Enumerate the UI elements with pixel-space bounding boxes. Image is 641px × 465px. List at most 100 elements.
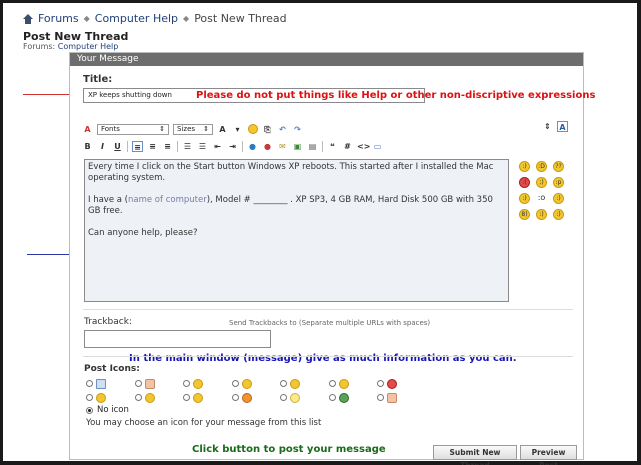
post-icon-option[interactable]: [377, 378, 426, 389]
lightbulb-icon: [290, 392, 300, 403]
forums-link[interactable]: Computer Help: [58, 42, 119, 51]
message-panel: Your Message Title: XP keeps shutting do…: [69, 52, 595, 465]
size-select[interactable]: Sizes ⇕: [173, 123, 213, 135]
trackback-hint: Send Trackbacks to (Separate multiple UR…: [229, 319, 431, 327]
redo-icon[interactable]: ↷: [292, 124, 303, 135]
code-button[interactable]: #: [342, 141, 353, 152]
underline-button[interactable]: U: [112, 141, 123, 152]
radio-button[interactable]: [231, 394, 239, 401]
message-paragraph-2: I have a (name of computer), Model # ___…: [88, 195, 505, 217]
undo-icon[interactable]: ↶: [277, 124, 288, 135]
document-icon: [96, 378, 106, 389]
numbered-list-icon[interactable]: ☰: [182, 141, 193, 152]
radio-button[interactable]: [183, 380, 190, 387]
radio-button[interactable]: [86, 380, 93, 387]
radio-button[interactable]: [86, 394, 93, 401]
exclamation-icon: [241, 392, 252, 403]
post-icon-option[interactable]: [86, 392, 135, 403]
radio-button[interactable]: [134, 394, 142, 401]
switch-editor-mode-icon[interactable]: A: [557, 121, 568, 132]
align-left-icon[interactable]: ≡: [132, 140, 143, 152]
post-icon-option[interactable]: [280, 392, 329, 403]
message-text: I have a (: [88, 195, 128, 205]
radio-button[interactable]: [280, 380, 287, 387]
eek-icon[interactable]: :o: [536, 193, 547, 204]
redface-icon[interactable]: :): [536, 209, 547, 220]
outdent-icon[interactable]: ⇤: [212, 141, 223, 152]
smile-icon[interactable]: :): [553, 209, 564, 220]
align-center-icon[interactable]: ≡: [147, 141, 158, 152]
resize-arrows-icon[interactable]: ⇕: [542, 121, 553, 132]
preview-post-button[interactable]: Preview Post: [520, 445, 577, 465]
indent-icon[interactable]: ⇥: [227, 141, 238, 152]
message-textarea[interactable]: Every time I click on the Start button W…: [84, 159, 517, 364]
mad-icon[interactable]: :(: [519, 177, 530, 188]
font-select[interactable]: Fonts ⇕: [97, 123, 169, 135]
post-icon-option[interactable]: [377, 392, 426, 403]
submit-new-thread-button[interactable]: Submit New Thread: [433, 445, 517, 465]
breadcrumb: Forums ◆ Computer Help ◆ Post New Thread: [23, 12, 287, 25]
smile-icon[interactable]: :): [519, 161, 530, 172]
html-button[interactable]: <>: [357, 141, 370, 152]
breadcrumb-section-link[interactable]: Computer Help: [95, 12, 178, 25]
align-right-icon[interactable]: ≡: [162, 141, 173, 152]
post-icon-option[interactable]: [231, 392, 281, 403]
neutral-icon: [290, 378, 300, 389]
email-icon[interactable]: ✉: [277, 141, 288, 152]
editor-resize-controls: ⇕ A: [542, 121, 568, 132]
arrow-icon: [338, 392, 349, 403]
italic-button[interactable]: I: [97, 141, 108, 152]
cool-icon[interactable]: 8): [519, 209, 530, 220]
post-icon-option[interactable]: [134, 378, 184, 389]
remove-format-icon[interactable]: A: [82, 124, 93, 135]
trackback-input[interactable]: [84, 330, 271, 348]
frown-icon[interactable]: :): [519, 193, 530, 204]
forums-line: Forums: Computer Help: [23, 42, 118, 51]
insert-link-icon[interactable]: ●: [247, 141, 258, 152]
wink-icon: [96, 392, 106, 403]
remove-link-icon[interactable]: ●: [262, 141, 273, 152]
post-icon-option[interactable]: [86, 378, 135, 389]
post-icon-option[interactable]: [134, 392, 184, 403]
breadcrumb-forums-link[interactable]: Forums: [38, 12, 79, 25]
post-icon-option[interactable]: [231, 378, 281, 389]
quote-icon[interactable]: ❝: [327, 141, 338, 152]
radio-button[interactable]: [377, 380, 384, 387]
tongue-icon: [193, 392, 203, 403]
radio-button-selected[interactable]: [86, 406, 93, 414]
php-icon[interactable]: ▭: [372, 141, 383, 152]
post-icons-grid: [86, 378, 426, 403]
radio-button[interactable]: [377, 394, 384, 401]
post-icon-option[interactable]: [183, 392, 232, 403]
cool-icon: [144, 392, 155, 403]
home-icon[interactable]: [23, 13, 33, 24]
post-icon-option[interactable]: [183, 378, 232, 389]
attachment-icon[interactable]: ⎘: [262, 124, 273, 135]
radio-button[interactable]: [328, 380, 336, 387]
chevron-right-icon: ◆: [83, 14, 90, 23]
bullet-list-icon[interactable]: ☰: [197, 141, 208, 152]
insert-video-icon[interactable]: ▤: [307, 141, 318, 152]
rolleyes-icon[interactable]: :): [553, 193, 564, 204]
radio-button[interactable]: [328, 394, 336, 401]
confused-icon[interactable]: ??: [553, 161, 564, 172]
grin-icon[interactable]: :D: [536, 161, 547, 172]
text-color-icon[interactable]: A: [217, 124, 228, 135]
post-icon-option[interactable]: [280, 378, 329, 389]
wink-icon[interactable]: ;): [536, 177, 547, 188]
smilie-picker-icon[interactable]: [247, 123, 258, 135]
dropdown-arrow-icon[interactable]: ▾: [232, 124, 243, 135]
insert-image-icon[interactable]: ▣: [292, 141, 303, 152]
smilies-panel: :) :D ?? :( ;) :p :) :o :) 8) :) :): [519, 161, 565, 220]
post-icon-option[interactable]: [328, 392, 378, 403]
no-icon-option[interactable]: No icon: [86, 405, 129, 415]
radio-button[interactable]: [134, 380, 142, 387]
radio-button[interactable]: [231, 380, 239, 387]
angry-icon: [387, 378, 397, 389]
tongue-icon[interactable]: :p: [553, 177, 564, 188]
radio-button[interactable]: [183, 394, 190, 401]
radio-button[interactable]: [280, 394, 287, 401]
post-icon-option[interactable]: [328, 378, 378, 389]
editor-toolbar-bottom: B I U ≡ ≡ ≡ ☰ ☰ ⇤ ⇥ ● ● ✉ ▣ ▤ ❝ # <> ▭: [82, 139, 383, 153]
bold-button[interactable]: B: [82, 141, 93, 152]
